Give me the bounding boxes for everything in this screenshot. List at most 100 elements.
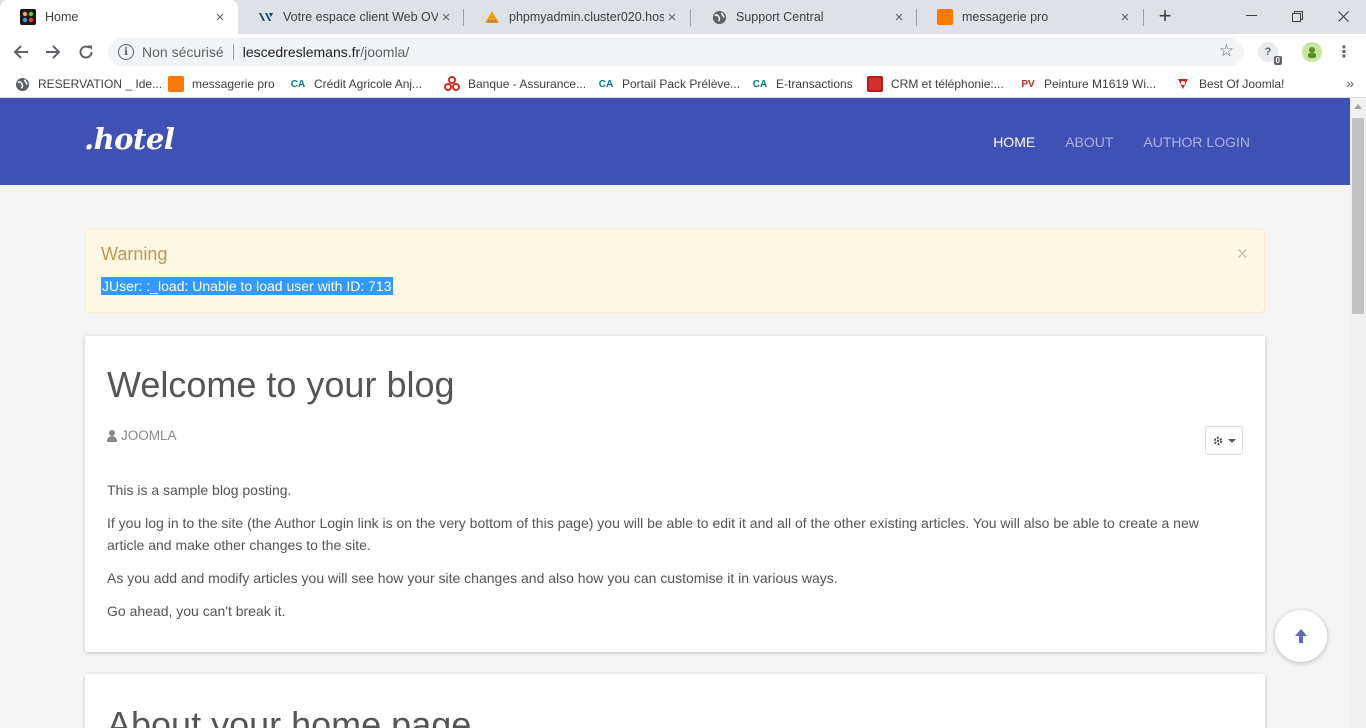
user-icon — [107, 429, 117, 442]
page-scrollbar[interactable] — [1350, 98, 1366, 728]
scroll-up-arrow-icon[interactable] — [1354, 104, 1362, 109]
tab-title: phpmyadmin.cluster020.hostin — [509, 10, 664, 24]
bank-logo-icon — [444, 76, 460, 92]
article-author: JOOMLA — [107, 428, 177, 443]
joomla-bookmark-icon — [1175, 76, 1191, 92]
extension-badge: 0 — [1273, 56, 1282, 65]
bookmark-label: messagerie pro — [192, 77, 275, 91]
bookmark-portail-pack[interactable]: CA Portail Pack Prélève... — [598, 76, 740, 92]
bookmark-label: Portail Pack Prélève... — [622, 77, 741, 91]
tab-title: Votre espace client Web OVH — [283, 10, 438, 24]
scrollbar-thumb[interactable] — [1352, 118, 1364, 314]
alert-title: Warning — [101, 244, 168, 264]
kebab-menu-icon[interactable]: ⋮ — [1334, 42, 1354, 62]
browser-toolbar: i Non sécurisé lescedreslemans.fr/joomla… — [0, 34, 1366, 70]
tab-ovh[interactable]: Votre espace client Web OVH × — [238, 0, 464, 34]
tab-title: Home — [45, 10, 79, 24]
arrow-up-icon — [1295, 629, 1307, 643]
bookmark-label: E-transactions — [776, 77, 853, 91]
bookmark-peinture[interactable]: PV Peinture M1619 Wi... — [1020, 76, 1156, 92]
svg-text:PMA: PMA — [488, 19, 497, 24]
crm-favicon-icon — [867, 76, 883, 92]
extension-icon[interactable]: ? 0 — [1258, 42, 1282, 65]
bookmark-label: Crédit Agricole Anj... — [314, 77, 423, 91]
url-host: lescedreslemans.fr — [242, 44, 361, 60]
bookmark-star-icon[interactable]: ☆ — [1219, 41, 1234, 61]
forward-arrow-icon[interactable] — [42, 41, 64, 63]
main-menu: HOME ABOUT AUTHOR LOGIN — [963, 134, 1250, 150]
close-window-icon[interactable] — [1320, 0, 1366, 32]
bookmark-e-transactions[interactable]: CA E-transactions — [752, 76, 853, 92]
minimize-icon[interactable] — [1228, 0, 1274, 32]
restore-icon[interactable] — [1274, 0, 1320, 32]
globe-icon — [14, 76, 30, 92]
globe-icon — [711, 9, 727, 25]
new-tab-plus-icon[interactable]: + — [1154, 5, 1176, 28]
article-body: This is a sample blog posting. If you lo… — [107, 479, 1237, 633]
close-tab-icon[interactable]: × — [664, 9, 680, 26]
menu-item-about[interactable]: ABOUT — [1065, 134, 1113, 150]
article-paragraph: If you log in to the site (the Author Lo… — [107, 515, 1199, 553]
bookmark-label: Best Of Joomla! — [1199, 77, 1285, 91]
bookmark-label: Banque - Assurance... — [468, 77, 587, 91]
address-bar[interactable]: i Non sécurisé lescedreslemans.fr/joomla… — [108, 38, 1244, 66]
reload-icon[interactable] — [75, 41, 97, 63]
credit-agricole-icon: CA — [290, 78, 306, 90]
orange-favicon-icon — [168, 76, 184, 92]
security-label: Non sécurisé — [142, 44, 224, 60]
info-icon[interactable]: i — [118, 44, 134, 60]
tab-support-central[interactable]: Support Central × — [691, 0, 917, 34]
bookmark-label: RESERVATION _ Ide... — [38, 77, 163, 91]
site-logo[interactable]: .hotel — [84, 122, 175, 156]
ovh-favicon-icon — [258, 9, 274, 25]
gear-icon — [1213, 436, 1223, 445]
tab-strip: Home × Votre espace client Web OVH × PMA… — [0, 0, 1366, 34]
author-name: JOOMLA — [121, 428, 177, 443]
scroll-to-top-button[interactable] — [1275, 610, 1327, 662]
article-title[interactable]: Welcome to your blog — [107, 364, 455, 406]
tab-home[interactable]: Home × — [0, 0, 238, 34]
tab-separator — [1143, 9, 1144, 26]
close-tab-icon[interactable]: × — [1117, 9, 1133, 26]
article-title[interactable]: About your home page — [107, 704, 471, 728]
page-viewport: .hotel HOME ABOUT AUTHOR LOGIN Warning J… — [0, 98, 1350, 728]
article-card: Welcome to your blog JOOMLA This is a sa… — [85, 336, 1265, 652]
pv-favicon-icon: PV — [1021, 78, 1035, 90]
bookmarks-overflow-icon[interactable]: » — [1346, 75, 1354, 91]
alert-close-icon[interactable]: × — [1237, 244, 1248, 266]
tab-phpmyadmin[interactable]: PMA phpmyadmin.cluster020.hostin × — [464, 0, 690, 34]
bookmark-label: Peinture M1619 Wi... — [1044, 77, 1157, 91]
back-arrow-icon[interactable] — [10, 41, 32, 63]
close-tab-icon[interactable]: × — [891, 9, 907, 26]
orange-favicon-icon — [937, 9, 953, 25]
omnibox-separator — [232, 44, 234, 60]
bookmark-crm[interactable]: CRM et téléphonie:... — [867, 76, 1004, 92]
joomla-favicon-icon — [20, 9, 36, 25]
close-tab-icon[interactable]: × — [438, 9, 454, 26]
url-path: /joomla/ — [360, 44, 410, 60]
bookmark-reservation[interactable]: RESERVATION _ Ide... — [14, 76, 162, 92]
article-actions-button[interactable] — [1205, 426, 1243, 455]
tab-title: messagerie pro — [962, 10, 1049, 24]
menu-item-home[interactable]: HOME — [993, 134, 1035, 150]
profile-avatar-icon[interactable] — [1302, 42, 1322, 62]
article-paragraph: As you add and modify articles you will … — [107, 570, 838, 586]
site-header: .hotel HOME ABOUT AUTHOR LOGIN — [0, 98, 1350, 185]
article-paragraph: This is a sample blog posting. — [107, 482, 292, 498]
article-card: About your home page — [85, 674, 1265, 728]
tab-title: Support Central — [736, 10, 824, 24]
bookmark-best-of-joomla[interactable]: Best Of Joomla! — [1175, 76, 1284, 92]
tab-messagerie-pro[interactable]: messagerie pro × — [917, 0, 1143, 34]
close-tab-icon[interactable]: × — [212, 9, 228, 26]
alert-message: JUser: :_load: Unable to load user with … — [101, 277, 393, 295]
warning-alert: Warning JUser: :_load: Unable to load us… — [85, 229, 1265, 313]
bookmark-messagerie-pro[interactable]: messagerie pro — [168, 76, 275, 92]
menu-item-author-login[interactable]: AUTHOR LOGIN — [1143, 134, 1250, 150]
bookmark-credit-agricole[interactable]: CA Crédit Agricole Anj... — [290, 76, 422, 92]
credit-agricole-icon: CA — [598, 78, 614, 90]
credit-agricole-icon: CA — [752, 78, 768, 90]
bookmark-banque-assurance[interactable]: Banque - Assurance... — [444, 76, 586, 92]
article-paragraph: Go ahead, you can't break it. — [107, 603, 286, 619]
bookmarks-bar: RESERVATION _ Ide... messagerie pro CA C… — [0, 70, 1366, 98]
bookmark-label: CRM et téléphonie:... — [891, 77, 1004, 91]
